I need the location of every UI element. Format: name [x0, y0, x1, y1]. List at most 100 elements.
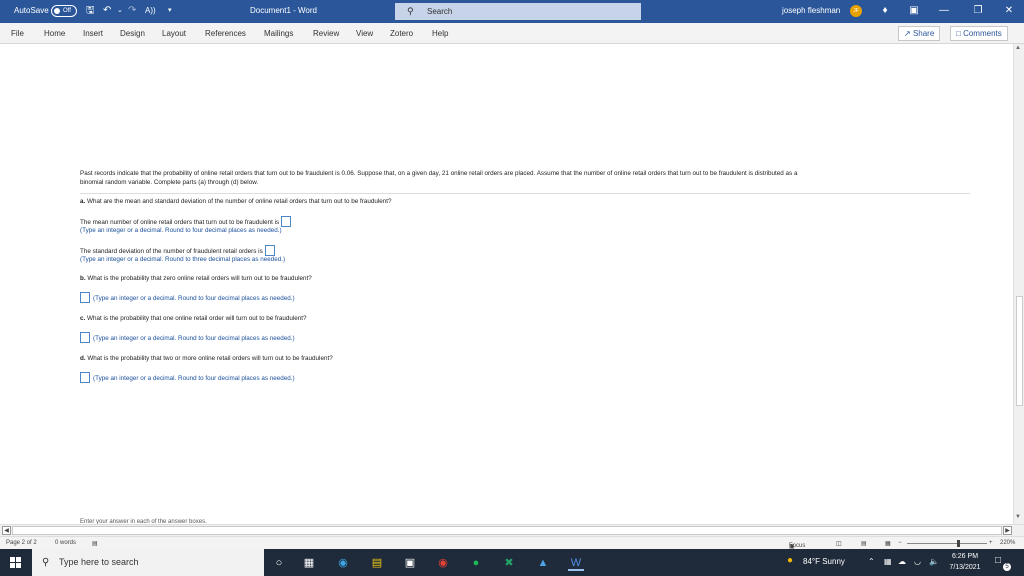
read-mode-icon[interactable]: ◫ — [836, 540, 842, 547]
taskbar-search-icon: ⚲ — [42, 557, 50, 568]
restore-icon[interactable]: ❐ — [970, 3, 986, 19]
redo-icon[interactable]: ↷ — [128, 4, 136, 18]
scroll-left-icon[interactable]: ◀ — [2, 526, 11, 535]
ribbon-tabs: File Home Insert Design Layout Reference… — [0, 23, 1024, 44]
mean-line: The mean number of online retail orders … — [80, 215, 970, 228]
tab-zotero[interactable]: Zotero — [390, 29, 413, 38]
read-aloud-icon[interactable]: A)) — [145, 4, 156, 18]
c-answer-box[interactable] — [80, 332, 90, 343]
mean-text: The mean number of online retail orders … — [80, 218, 280, 226]
scroll-thumb[interactable] — [1016, 296, 1023, 406]
wifi-icon[interactable]: ◡ — [914, 557, 921, 566]
edge-icon[interactable]: ◉ — [335, 555, 351, 571]
ribbon-display-icon[interactable]: ▣ — [906, 3, 922, 19]
title-search-box[interactable]: ⚲ Search — [395, 3, 641, 20]
weather-icon: ● — [787, 555, 794, 566]
question-b-text: What is the probability that zero online… — [87, 274, 312, 282]
zoom-slider-knob[interactable] — [957, 540, 960, 547]
file-explorer-icon[interactable]: ▤ — [369, 555, 385, 571]
tab-insert[interactable]: Insert — [83, 29, 103, 38]
c-answer-line: (Type an integer or a decimal. Round to … — [80, 332, 970, 344]
tab-review[interactable]: Review — [313, 29, 339, 38]
toggle-knob — [54, 8, 60, 14]
scroll-up-icon[interactable]: ▲ — [1015, 45, 1021, 51]
tab-references[interactable]: References — [205, 29, 246, 38]
clock-date: 7/13/2021 — [949, 564, 981, 571]
question-d-label: d. — [80, 354, 86, 362]
excel-icon[interactable]: ✖ — [501, 555, 517, 571]
mean-answer-box[interactable] — [281, 215, 292, 227]
d-answer-line: (Type an integer or a decimal. Round to … — [80, 372, 970, 384]
cortana-icon[interactable]: ○ — [271, 555, 287, 571]
comments-label: Comments — [963, 29, 1002, 38]
sd-answer-box[interactable] — [264, 244, 275, 256]
zoom-in-icon[interactable]: + — [989, 540, 993, 546]
tab-file[interactable]: File — [11, 29, 24, 38]
user-avatar[interactable]: JF — [850, 5, 862, 17]
spotify-icon[interactable]: ● — [468, 555, 484, 571]
mean-hint: (Type an integer or a decimal. Round to … — [80, 227, 282, 234]
question-d-text: What is the probability that two or more… — [87, 354, 333, 362]
tab-view[interactable]: View — [356, 29, 373, 38]
intro-line-2: binomial random variable. Complete parts… — [80, 178, 259, 186]
volume-icon[interactable]: 🔈 — [929, 557, 939, 566]
minimize-icon[interactable]: — — [936, 3, 952, 19]
taskbar-search[interactable]: ⚲ Type here to search — [32, 549, 264, 576]
onedrive-icon[interactable]: ☁ — [898, 557, 906, 566]
question-d: d. What is the probability that two or m… — [80, 355, 970, 364]
tab-layout[interactable]: Layout — [162, 29, 186, 38]
store-icon[interactable]: ▣ — [402, 555, 418, 571]
scroll-right-icon[interactable]: ▶ — [1003, 526, 1012, 535]
question-c: c. What is the probability that one onli… — [80, 315, 970, 324]
comments-button[interactable]: □ Comments — [950, 26, 1008, 41]
scroll-down-icon[interactable]: ▼ — [1015, 514, 1021, 520]
page-indicator[interactable]: Page 2 of 2 — [6, 540, 37, 546]
tab-mailings[interactable]: Mailings — [264, 29, 293, 38]
task-view-icon[interactable]: ▦ — [301, 555, 317, 571]
b-answer-box[interactable] — [80, 292, 90, 303]
photos-icon[interactable]: ▲ — [535, 555, 551, 571]
customize-toolbar-icon[interactable]: ▾ — [168, 4, 172, 18]
tab-home[interactable]: Home — [44, 29, 65, 38]
sd-line: The standard deviation of the number of … — [80, 244, 970, 257]
share-button[interactable]: ↗ Share — [898, 26, 941, 41]
windows-start-icon[interactable] — [10, 557, 21, 568]
weather-text[interactable]: 84°F Sunny — [803, 557, 845, 566]
question-a: a. What are the mean and standard deviat… — [80, 198, 970, 207]
close-icon[interactable]: ✕ — [1001, 3, 1017, 19]
word-icon[interactable]: W — [568, 555, 584, 571]
undo-icon[interactable]: ↶ — [103, 4, 111, 18]
question-b: b. What is the probability that zero onl… — [80, 275, 970, 284]
share-label: Share — [912, 29, 935, 38]
autosave-label: AutoSave — [14, 6, 49, 15]
hscroll-track[interactable] — [12, 526, 1002, 535]
chrome-icon[interactable]: ◉ — [435, 555, 451, 571]
zoom-level[interactable]: 220% — [1000, 540, 1015, 546]
system-clock[interactable]: 6:26 PM 7/13/2021 — [945, 551, 985, 573]
question-c-text: What is the probability that one online … — [87, 314, 307, 322]
horizontal-scrollbar[interactable]: ◀ ▶ — [0, 524, 1024, 536]
proofing-icon[interactable]: ▤ — [92, 540, 98, 547]
user-name[interactable]: joseph fleshman — [782, 6, 840, 15]
zoom-out-icon[interactable]: − — [898, 540, 902, 546]
zoom-slider[interactable] — [907, 543, 987, 544]
tab-design[interactable]: Design — [120, 29, 145, 38]
notification-count: 5 — [1003, 563, 1011, 571]
notification-icon[interactable]: □ — [995, 555, 1001, 566]
tray-app-icon[interactable]: ▦ — [884, 557, 892, 566]
undo-dropdown-icon[interactable]: ⌄ — [117, 4, 123, 18]
search-label: Search — [427, 7, 453, 16]
d-answer-box[interactable] — [80, 372, 90, 383]
intro-line-1: Past records indicate that the probabili… — [80, 170, 798, 177]
tray-chevron-icon[interactable]: ⌃ — [868, 557, 875, 566]
save-icon[interactable]: 🖫 — [86, 4, 95, 18]
word-count[interactable]: 0 words — [55, 540, 76, 546]
b-hint: (Type an integer or a decimal. Round to … — [93, 295, 295, 302]
web-layout-icon[interactable]: ▦ — [885, 540, 891, 547]
b-answer-line: (Type an integer or a decimal. Round to … — [80, 292, 970, 304]
autosave-toggle[interactable]: Off — [51, 5, 77, 17]
diamond-icon[interactable]: ♦ — [877, 3, 893, 19]
vertical-scrollbar[interactable]: ▲ ▼ — [1013, 44, 1024, 524]
print-layout-icon[interactable]: ▤ — [861, 540, 867, 547]
tab-help[interactable]: Help — [432, 29, 448, 38]
